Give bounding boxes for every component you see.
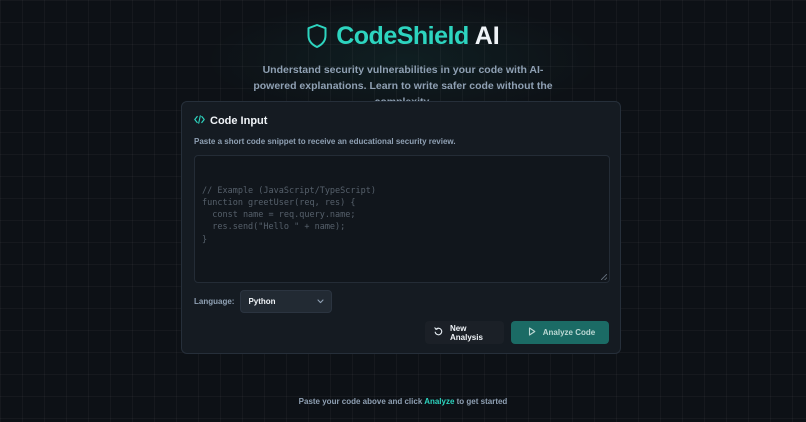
refresh-icon <box>434 327 443 338</box>
brand: CodeShield AI <box>306 20 500 52</box>
language-select[interactable]: Python <box>240 290 333 313</box>
chevron-down-icon <box>317 297 325 306</box>
card-title: Code Input <box>194 115 267 127</box>
action-buttons: New Analysis Analyze Code <box>425 321 609 344</box>
footer-hint-accent: Analyze <box>424 397 455 406</box>
code-editor[interactable]: // Example (JavaScript/TypeScript) funct… <box>194 155 610 283</box>
language-selected-value: Python <box>248 297 276 306</box>
page-header: CodeShield AI Understand security vulner… <box>0 20 806 110</box>
new-analysis-button[interactable]: New Analysis <box>425 321 504 344</box>
play-icon <box>528 327 536 338</box>
footer-hint: Paste your code above and click Analyze … <box>0 397 806 406</box>
footer-hint-text: Paste your code above and click <box>298 397 425 406</box>
code-input-card: Code Input Paste a short code snippet to… <box>181 101 621 354</box>
language-label: Language: <box>194 297 235 306</box>
card-description: Paste a short code snippet to receive an… <box>194 137 456 146</box>
resize-handle-icon[interactable] <box>601 274 607 280</box>
brand-name: CodeShield <box>336 21 469 50</box>
code-icon <box>194 115 205 127</box>
brand-suffix: AI <box>474 21 500 50</box>
code-editor-placeholder: // Example (JavaScript/TypeScript) funct… <box>202 185 376 245</box>
analyze-code-label: Analyze Code <box>542 328 596 337</box>
language-row: Language: Python <box>194 290 333 313</box>
shield-icon <box>306 23 328 49</box>
footer-hint-text-end: to get started <box>454 397 508 406</box>
card-title-text: Code Input <box>210 115 268 127</box>
analyze-code-button[interactable]: Analyze Code <box>511 321 609 344</box>
new-analysis-label: New Analysis <box>450 323 483 342</box>
